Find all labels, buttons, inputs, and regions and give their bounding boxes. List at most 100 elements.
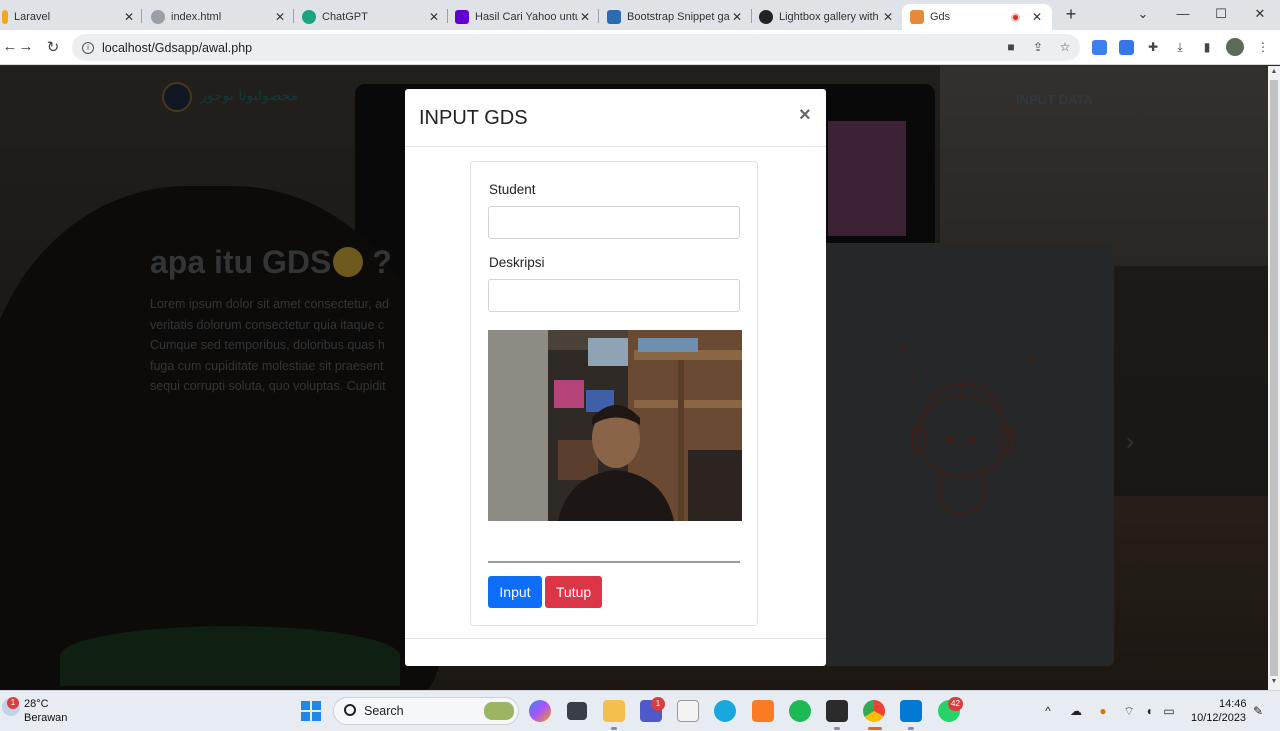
tab-separator [598,9,599,23]
start-tile [312,701,321,710]
info-icon[interactable]: i [82,41,94,54]
close-icon[interactable]: ✕ [1030,10,1044,24]
weather-description[interactable]: Berawan [24,712,67,724]
notification-icon[interactable]: ✎ [1250,704,1266,718]
bookmark-star-icon[interactable]: ☆ [1058,40,1072,54]
new-tab-button[interactable]: + [1056,4,1086,24]
menu-icon[interactable]: ⋮ [1256,40,1270,54]
tab-gds[interactable]: Gds ✕ [902,4,1052,30]
webcam-photo [488,330,742,521]
form-divider [488,561,740,563]
close-icon[interactable]: ✕ [881,10,895,24]
task-view-icon[interactable] [567,702,587,720]
modal-header: INPUT GDS × [405,89,826,147]
gds-favicon-icon [910,10,924,24]
url-text: localhost/Gdsapp/awal.php [102,40,253,55]
webcam-preview [488,330,742,521]
tab-title: ChatGPT [322,11,368,23]
deskripsi-input[interactable] [488,279,740,312]
whatsapp-badge: 42 [948,697,963,711]
battery-icon[interactable]: ▭ [1161,704,1177,718]
running-indicator [834,727,840,730]
forward-icon[interactable]: → [16,38,36,55]
tab-separator [293,9,294,23]
close-icon[interactable]: ✕ [427,10,441,24]
start-tile [301,701,310,710]
close-icon[interactable]: ✕ [578,10,592,24]
reload-icon[interactable]: ↻ [43,38,63,56]
address-bar[interactable]: i localhost/Gdsapp/awal.php [72,34,1080,61]
xampp-icon[interactable] [752,700,774,722]
clock-time[interactable]: 14:46 [1219,698,1247,710]
taskbar-search[interactable]: Search [333,697,519,725]
weather-temperature[interactable]: 28°C [24,698,49,710]
tab-bootstrap-snippet[interactable]: Bootstrap Snippet ga ✕ [607,4,744,30]
wifi-icon[interactable]: ⌔ [1121,704,1137,719]
modal-title: INPUT GDS [419,107,528,129]
student-input[interactable] [488,206,740,239]
tab-yahoo[interactable]: Hasil Cari Yahoo untuk ✕ [455,4,592,30]
puzzle-icon[interactable]: ✚ [1146,40,1160,54]
recording-icon [1011,12,1020,22]
modal-close-icon[interactable]: × [799,104,811,127]
tutup-button[interactable]: Tutup [545,576,602,608]
start-tile [312,712,321,721]
tab-index-html[interactable]: index.html ✕ [151,4,287,30]
close-icon[interactable]: ✕ [122,10,136,24]
search-icon [344,704,356,716]
maximize-button[interactable]: ☐ [1206,4,1236,24]
minimize-button[interactable]: — [1168,4,1198,24]
spotify-icon[interactable] [789,700,811,722]
onedrive-icon[interactable]: ☁ [1068,704,1084,718]
input-form-card: Student Deskripsi Input Tutup [470,161,758,626]
side-panel-icon[interactable]: ▮ [1200,40,1214,54]
volume-icon[interactable]: ◖ [1141,704,1157,718]
clock-date[interactable]: 10/12/2023 [1191,712,1246,724]
vscode-icon[interactable] [900,700,922,722]
chatgpt-icon [302,10,316,24]
student-label: Student [489,182,536,197]
running-indicator [611,727,617,730]
microsoft-store-icon[interactable] [677,700,699,722]
window-close-button[interactable]: ✕ [1245,4,1275,24]
profile-avatar[interactable] [1226,38,1244,56]
edge-icon[interactable] [714,700,736,722]
search-label: Search [364,704,404,718]
page-scrollbar[interactable]: ▲ ▼ [1268,66,1280,690]
input-button[interactable]: Input [488,576,542,608]
active-indicator [868,727,882,730]
windows-start-icon[interactable] [301,701,321,721]
tab-lightbox-gallery[interactable]: Lightbox gallery with ✕ [759,4,895,30]
close-icon[interactable]: ✕ [730,10,744,24]
tab-chatgpt[interactable]: ChatGPT ✕ [302,4,441,30]
tab-search-button[interactable]: ⌄ [1128,4,1158,24]
scroll-up-icon[interactable]: ▲ [1270,68,1278,78]
terminal-icon[interactable] [826,700,848,722]
scroll-down-icon[interactable]: ▼ [1270,678,1278,688]
tab-laravel[interactable]: Laravel ✕ [2,4,136,30]
tab-title: Laravel [14,11,51,23]
bootstrap-snippet-icon [607,10,621,24]
chevron-up-icon[interactable]: ^ [1040,704,1056,718]
download-icon[interactable]: ⤓ [1173,40,1187,54]
windows-taskbar: 1 28°C Berawan Search 1 42 ^ ☁ ● ⌔ ◖ ▭ 1… [0,690,1280,731]
extension-icon[interactable] [1119,40,1134,55]
yahoo-icon [455,10,469,24]
tab-separator [141,9,142,23]
camera-icon[interactable]: ■ [1004,40,1018,54]
tab-separator [751,9,752,23]
globe-icon [151,10,165,24]
start-tile [301,712,310,721]
tab-title: index.html [171,11,222,23]
tab-title: Lightbox gallery with [779,11,879,23]
chrome-icon[interactable] [863,700,885,722]
tab-title: Bootstrap Snippet ga [627,11,730,23]
microphone-icon[interactable]: ● [1095,704,1111,718]
share-icon[interactable]: ⇪ [1031,40,1045,54]
extension-icon[interactable] [1092,40,1107,55]
scrollbar-thumb[interactable] [1270,80,1278,676]
browser-toolbar: ← → ↻ i localhost/Gdsapp/awal.php ■ ⇪ ☆ … [0,30,1280,65]
close-icon[interactable]: ✕ [273,10,287,24]
file-explorer-icon[interactable] [603,700,625,722]
copilot-icon[interactable] [529,700,551,722]
